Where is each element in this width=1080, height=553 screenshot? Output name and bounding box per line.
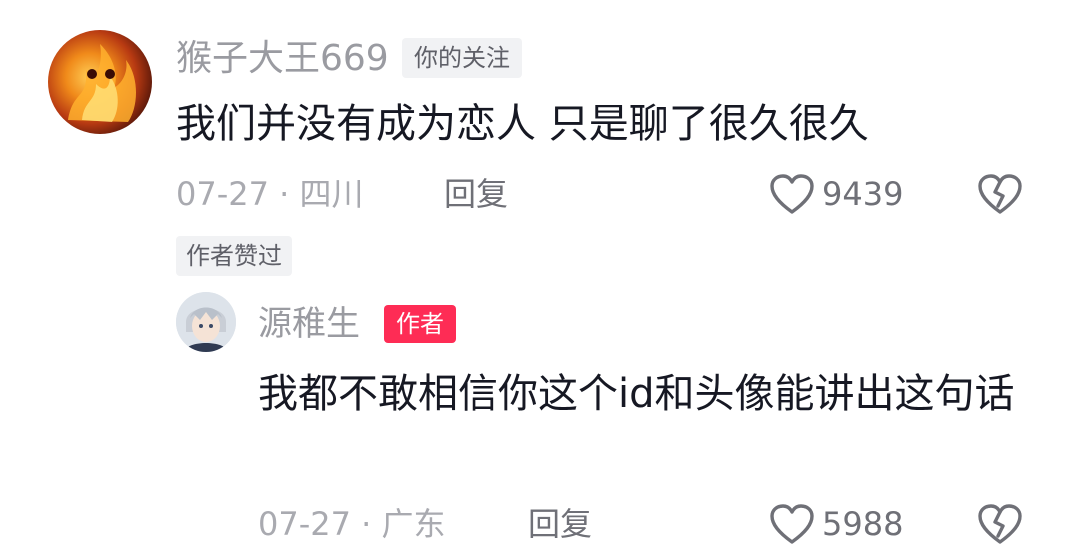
reply-username[interactable]: 源稚生 [258,302,360,346]
comment-username[interactable]: 猴子大王669 [176,37,389,81]
author-liked-tag: 作者赞过 [176,236,292,276]
broken-heart-icon [978,504,1022,544]
follow-tag: 你的关注 [402,38,522,78]
fire-avatar-image [68,44,136,122]
reply-like-count: 5988 [822,505,904,543]
author-tag: 作者 [384,305,456,343]
like-count: 9439 [822,175,904,213]
comment-meta: 07-27 · 四川 [176,175,364,213]
reply-reply-button[interactable]: 回复 [528,504,592,544]
broken-heart-icon [978,174,1022,214]
like-button[interactable]: 9439 [768,172,903,216]
heart-outline-icon [770,504,814,544]
reply-avatar[interactable] [176,292,236,352]
reply-text: 我都不敢相信你这个id和头像能讲出这句话 [258,371,1015,417]
reply-button[interactable]: 回复 [444,174,508,214]
comment-text: 我们并没有成为恋人 只是聊了很久很久 [176,101,869,147]
reply-meta: 07-27 · 广东 [258,505,446,543]
reply-dislike-button[interactable] [976,502,1024,550]
anime-avatar-image [176,292,236,352]
reply-like-button[interactable]: 5988 [768,502,903,546]
avatar[interactable] [48,30,152,134]
heart-outline-icon [770,174,814,214]
dislike-button[interactable] [976,172,1024,220]
